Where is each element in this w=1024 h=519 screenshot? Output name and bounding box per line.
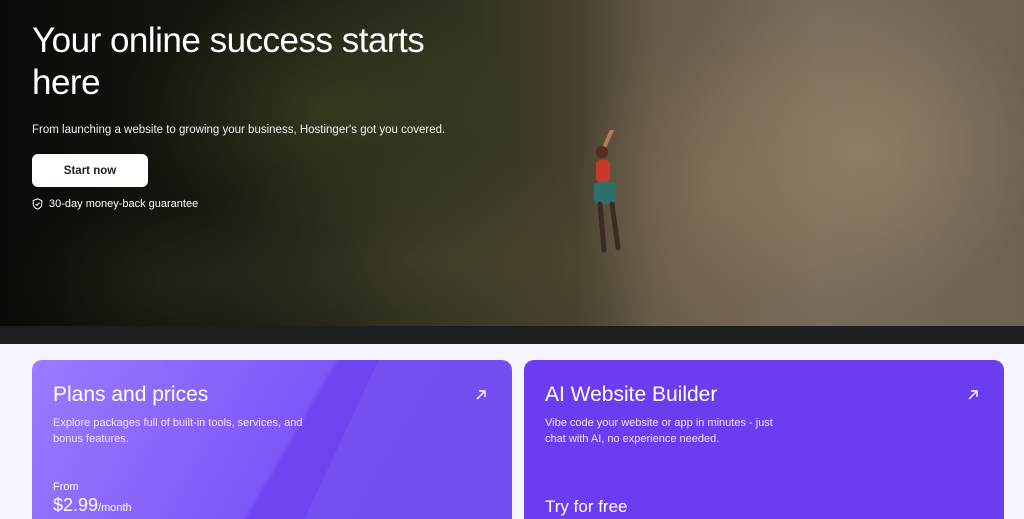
hero-bottom-strip	[0, 326, 1024, 344]
from-label: From	[53, 481, 79, 493]
hero-title: Your online success starts here	[32, 21, 425, 102]
shield-check-icon	[32, 198, 43, 210]
card-description: Vibe code your website or app in minutes…	[545, 417, 773, 445]
hero-banner: Your online success starts here From lau…	[0, 0, 1024, 330]
plans-card[interactable]: Plans and prices Explore packages full o…	[32, 360, 512, 519]
try-for-free-link[interactable]: Try for free	[545, 497, 628, 517]
hero-subtitle: From launching a website to growing your…	[32, 124, 446, 136]
card-title: AI Website Builder	[545, 383, 718, 406]
card-description: Explore packages full of built-in tools,…	[53, 417, 303, 445]
card-title: Plans and prices	[53, 383, 209, 406]
arrow-up-right-icon	[476, 390, 486, 400]
arrow-up-right-icon	[968, 390, 978, 400]
price: $2.99/month	[53, 495, 132, 516]
price-amount: $2.99	[53, 495, 99, 515]
price-unit: /month	[98, 502, 132, 514]
guarantee-note: 30-day money-back guarantee	[32, 198, 462, 210]
hero-content: Your online success starts here From lau…	[32, 20, 462, 210]
start-now-button[interactable]: Start now	[32, 154, 148, 187]
guarantee-text: 30-day money-back guarantee	[49, 198, 199, 210]
climber-figure	[594, 130, 621, 253]
ai-builder-card[interactable]: AI Website Builder Vibe code your websit…	[524, 360, 1004, 519]
